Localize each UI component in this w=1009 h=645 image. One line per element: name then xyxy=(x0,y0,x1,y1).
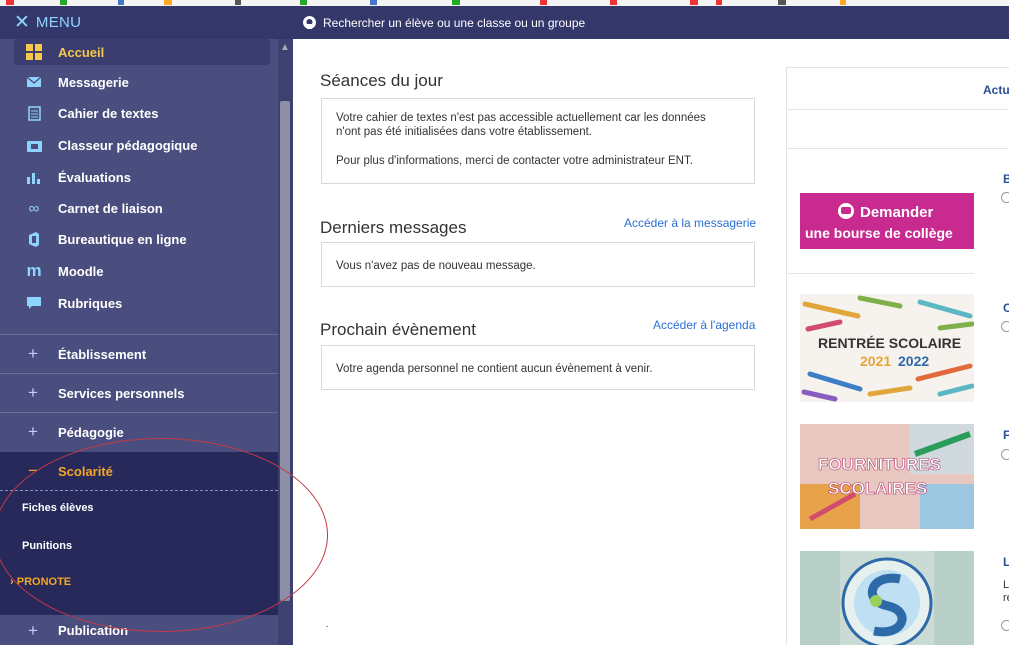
sidebar-item-messagerie[interactable]: Messagerie xyxy=(0,70,278,94)
sidebar-item-label: Moodle xyxy=(58,263,104,279)
sidebar-item-label: Évaluations xyxy=(58,169,131,185)
section-label: Pédagogie xyxy=(58,424,124,440)
bourse-subtitle: une bourse de collège xyxy=(805,225,953,241)
divider xyxy=(787,273,974,274)
chat-icon xyxy=(26,295,42,311)
section-etablissement[interactable]: + Établissement xyxy=(0,335,278,373)
fournitures-subtitle: SCOLAIRES xyxy=(828,479,927,498)
bar-chart-icon xyxy=(26,169,42,185)
fournitures-title: FOURNITURES xyxy=(818,455,941,474)
sidebar-item-carnet[interactable]: ∞ Carnet de liaison xyxy=(0,196,278,220)
envelope-icon xyxy=(26,74,42,90)
plus-icon: + xyxy=(28,422,38,441)
divider xyxy=(787,109,1009,110)
plus-icon: + xyxy=(28,344,38,363)
annotation-circle xyxy=(0,438,328,632)
event-text: Votre agenda personnel ne contient aucun… xyxy=(336,363,653,375)
messages-panel: Vous n'avez pas de nouveau message. xyxy=(321,242,755,287)
event-panel: Votre agenda personnel ne contient aucun… xyxy=(321,345,755,390)
logo-thumbnail[interactable] xyxy=(800,551,974,645)
seances-text: Votre cahier de textes n'est pas accessi… xyxy=(336,112,706,124)
rentree-thumbnail[interactable]: RENTRÉE SCOLAIRE 2021 2022 xyxy=(800,294,974,402)
sidebar-item-classeur[interactable]: Classeur pédagogique xyxy=(0,133,278,157)
news-title-initial[interactable]: O xyxy=(1003,301,1009,315)
news-excerpt: L xyxy=(1003,579,1009,591)
section-label: Établissement xyxy=(58,346,147,362)
moodle-icon: m xyxy=(26,261,42,280)
rentree-title: RENTRÉE SCOLAIRE xyxy=(818,335,961,351)
search-bar[interactable]: Rechercher un élève ou une classe ou un … xyxy=(293,6,1009,39)
news-title-initial[interactable]: L xyxy=(1003,555,1009,569)
sidebar-item-evaluations[interactable]: Évaluations xyxy=(0,165,278,189)
fournitures-image: FOURNITURES SCOLAIRES xyxy=(800,424,974,529)
menu-toggle[interactable]: ✕ MENU xyxy=(0,6,293,39)
bourse-thumbnail[interactable]: Demander une bourse de collège xyxy=(800,193,974,249)
notebook-icon xyxy=(26,105,42,121)
folder-icon xyxy=(26,137,42,153)
clock-icon xyxy=(1001,321,1009,332)
search-icon xyxy=(303,16,316,29)
office-icon xyxy=(26,231,42,247)
bourse-image: Demander une bourse de collège xyxy=(805,203,953,241)
menu-label: MENU xyxy=(35,14,82,31)
infinity-icon: ∞ xyxy=(28,199,40,217)
screen: { "sidebar":{ "menu_label":"MENU", "item… xyxy=(0,0,1009,645)
sidebar-item-label: Bureautique en ligne xyxy=(58,231,187,247)
bourse-title: Demander xyxy=(860,204,934,221)
messagerie-link[interactable]: Accéder à la messagerie xyxy=(624,216,756,230)
scroll-up-icon[interactable]: ▲ xyxy=(278,41,292,55)
search-label: Rechercher un élève ou une classe ou un … xyxy=(323,15,586,30)
sidebar-item-label: Rubriques xyxy=(58,295,123,311)
section-label: Services personnels xyxy=(58,385,185,401)
news-panel: Actu Demander une bourse de collège RENT… xyxy=(786,67,1009,645)
plus-icon: + xyxy=(28,620,38,640)
school-logo-image xyxy=(800,551,974,645)
rentree-year: 2022 xyxy=(898,353,929,369)
tab-actualites[interactable]: Actu xyxy=(983,83,1009,97)
sidebar-item-cahier[interactable]: Cahier de textes xyxy=(0,101,278,125)
section-title-seances: Séances du jour xyxy=(320,71,443,90)
plus-icon: + xyxy=(28,383,38,402)
seances-text: Pour plus d'informations, merci de conta… xyxy=(336,155,693,167)
news-title-initial[interactable]: B xyxy=(1003,172,1009,186)
clock-icon xyxy=(1001,449,1009,460)
sidebar-item-rubriques[interactable]: Rubriques xyxy=(0,291,278,315)
divider xyxy=(787,148,1009,149)
sidebar-item-moodle[interactable]: m Moodle xyxy=(0,259,278,283)
section-services-personnels[interactable]: + Services personnels xyxy=(0,374,278,412)
news-excerpt: re xyxy=(1003,592,1009,604)
messages-text: Vous n'avez pas de nouveau message. xyxy=(336,260,536,272)
section-title-messages: Derniers messages xyxy=(320,218,467,237)
clock-icon xyxy=(1001,620,1009,631)
sidebar-item-label: Accueil xyxy=(58,44,105,60)
dot xyxy=(326,626,328,627)
sidebar-item-accueil[interactable]: Accueil xyxy=(14,39,270,65)
sidebar-item-bureautique[interactable]: Bureautique en ligne xyxy=(0,227,278,251)
fournitures-thumbnail[interactable]: FOURNITURES SCOLAIRES xyxy=(800,424,974,529)
sidebar-item-label: Cahier de textes xyxy=(58,105,159,121)
news-title-initial[interactable]: F xyxy=(1003,428,1009,442)
sidebar-item-label: Messagerie xyxy=(58,74,129,90)
clock-icon xyxy=(1001,192,1009,203)
sidebar-item-label: Classeur pédagogique xyxy=(58,137,198,153)
sidebar-item-label: Carnet de liaison xyxy=(58,200,163,216)
rentree-year: 2021 xyxy=(860,353,891,369)
rentree-image: RENTRÉE SCOLAIRE 2021 2022 xyxy=(801,295,974,402)
seances-panel: Votre cahier de textes n'est pas accessi… xyxy=(321,98,755,184)
close-icon[interactable]: ✕ xyxy=(14,13,30,32)
grid-icon xyxy=(26,44,42,60)
seances-text: n'ont pas été initialisées dans votre ét… xyxy=(336,126,592,138)
section-title-event: Prochain évènement xyxy=(320,320,476,339)
agenda-link[interactable]: Accéder à l'agenda xyxy=(653,318,755,332)
